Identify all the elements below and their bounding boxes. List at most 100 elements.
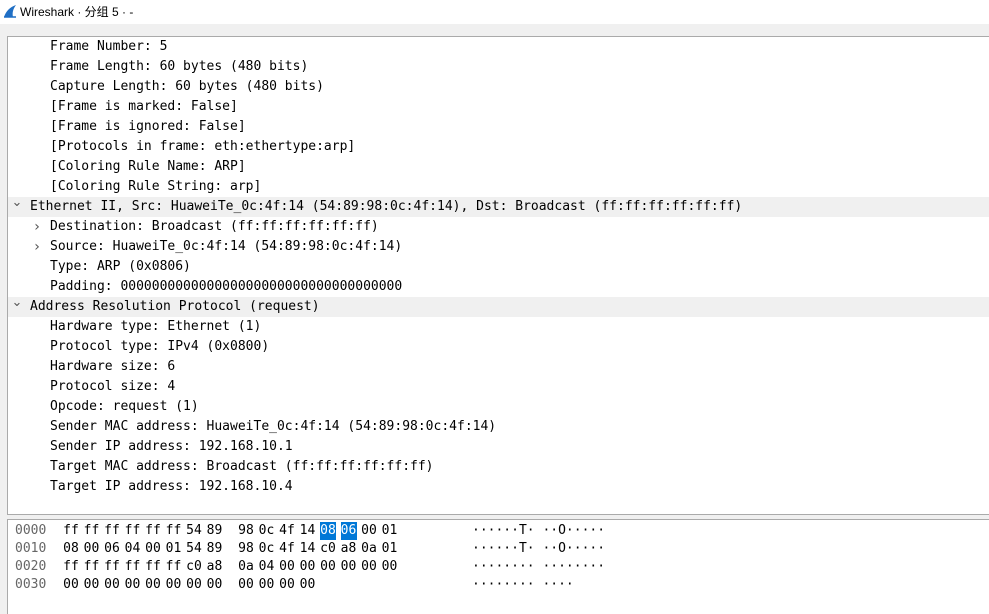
tree-row[interactable]: › Destination: Broadcast (ff:ff:ff:ff:ff:…	[8, 217, 989, 237]
hex-ascii[interactable]: ········ ····	[472, 576, 574, 594]
hex-byte[interactable]: 00	[145, 540, 161, 558]
hex-byte[interactable]: 14	[300, 540, 316, 558]
tree-row[interactable]: Hardware type: Ethernet (1)	[8, 317, 989, 337]
hex-byte[interactable]: 89	[207, 522, 223, 540]
hex-byte[interactable]: ff	[125, 522, 141, 540]
hex-byte[interactable]: 01	[382, 540, 398, 558]
tree-row[interactable]: ⌄ Ethernet II, Src: HuaweiTe_0c:4f:14 (54…	[8, 195, 989, 217]
chevron-down-icon[interactable]: ⌄	[11, 293, 23, 313]
hex-byte[interactable]: 00	[259, 576, 275, 594]
hex-byte[interactable]: 00	[279, 558, 295, 576]
hex-byte[interactable]: 00	[300, 558, 316, 576]
hex-byte[interactable]: 14	[300, 522, 316, 540]
hex-byte[interactable]: 0a	[238, 558, 254, 576]
hex-byte[interactable]: 89	[207, 540, 223, 558]
hex-byte[interactable]: 00	[300, 576, 316, 594]
hex-row: 0010 08 00 06 04 00 01 54 89 98 0c 4f 14 c0 a8 0a 01 ····…	[8, 540, 989, 558]
tree-row-label: Target IP address: 192.168.10.4	[50, 479, 293, 494]
hex-byte[interactable]: 98	[238, 522, 254, 540]
hex-byte[interactable]: ff	[104, 522, 120, 540]
packet-details-tree[interactable]: Frame Number: 5 Frame Length: 60 bytes (4…	[7, 36, 989, 515]
tree-row[interactable]: Protocol size: 4	[8, 377, 989, 397]
hex-byte[interactable]: c0	[186, 558, 202, 576]
tree-row[interactable]: Padding: 0000000000000000000000000000000…	[8, 277, 989, 297]
tree-row[interactable]: [Protocols in frame: eth:ethertype:arp]	[8, 137, 989, 157]
tree-row[interactable]: Sender IP address: 192.168.10.1	[8, 437, 989, 457]
tree-row-label: Target MAC address: Broadcast (ff:ff:ff:…	[50, 459, 434, 474]
tree-row[interactable]: Frame Number: 5	[8, 37, 989, 57]
tree-row[interactable]: [Coloring Rule Name: ARP]	[8, 157, 989, 177]
hex-byte[interactable]: 00	[341, 558, 357, 576]
hex-ascii[interactable]: ······T· ··O·····	[472, 540, 605, 558]
hex-byte[interactable]: ff	[63, 558, 79, 576]
hex-byte[interactable]: 54	[186, 540, 202, 558]
chevron-right-icon[interactable]: ›	[31, 237, 43, 257]
tree-row[interactable]: [Frame is ignored: False]	[8, 117, 989, 137]
hex-byte[interactable]: ff	[145, 522, 161, 540]
hex-byte[interactable]: 0c	[259, 540, 275, 558]
hex-byte[interactable]: 00	[104, 576, 120, 594]
hex-byte[interactable]: 08	[63, 540, 79, 558]
hex-byte[interactable]: 06	[340, 522, 357, 540]
hex-byte[interactable]: ff	[145, 558, 161, 576]
hex-byte[interactable]: 98	[238, 540, 254, 558]
hex-byte[interactable]: 4f	[279, 522, 295, 540]
hex-byte[interactable]: 00	[63, 576, 79, 594]
hex-byte[interactable]: 00	[145, 576, 161, 594]
hex-byte[interactable]: 0a	[361, 540, 377, 558]
tree-row[interactable]: Frame Length: 60 bytes (480 bits)	[8, 57, 989, 77]
tree-row[interactable]: Sender MAC address: HuaweiTe_0c:4f:14 (5…	[8, 417, 989, 437]
tree-row[interactable]: Protocol type: IPv4 (0x0800)	[8, 337, 989, 357]
hex-byte[interactable]: 01	[382, 522, 398, 540]
hex-byte[interactable]: ff	[166, 558, 182, 576]
hex-byte[interactable]: ff	[84, 522, 100, 540]
tree-row[interactable]: Opcode: request (1)	[8, 397, 989, 417]
hex-byte[interactable]: 00	[207, 576, 223, 594]
window-title: Wireshark · 分组 5 · -	[20, 5, 134, 19]
hex-ascii[interactable]: ······T· ··O·····	[472, 522, 605, 540]
hex-byte[interactable]: 00	[166, 576, 182, 594]
hex-byte[interactable]: 00	[238, 576, 254, 594]
hex-byte[interactable]: 00	[186, 576, 202, 594]
tree-row[interactable]: Hardware size: 6	[8, 357, 989, 377]
hex-offset: 0010	[15, 541, 47, 556]
tree-row-label: Opcode: request (1)	[50, 399, 199, 414]
hex-byte[interactable]: a8	[341, 540, 357, 558]
hex-byte[interactable]: ff	[166, 522, 182, 540]
hex-byte[interactable]: 00	[84, 540, 100, 558]
hex-byte[interactable]: 00	[361, 522, 377, 540]
hex-byte[interactable]: c0	[320, 540, 336, 558]
tree-row[interactable]: Target IP address: 192.168.10.4	[8, 477, 989, 497]
tree-row[interactable]: [Frame is marked: False]	[8, 97, 989, 117]
hex-byte[interactable]: ff	[84, 558, 100, 576]
hex-byte[interactable]: 00	[84, 576, 100, 594]
hex-byte[interactable]: ff	[104, 558, 120, 576]
tree-row[interactable]: › Source: HuaweiTe_0c:4f:14 (54:89:98:0c:…	[8, 237, 989, 257]
hex-byte[interactable]: 4f	[279, 540, 295, 558]
hex-byte[interactable]: 00	[320, 558, 336, 576]
tree-row[interactable]: Target MAC address: Broadcast (ff:ff:ff:…	[8, 457, 989, 477]
tree-row[interactable]: ⌄ Address Resolution Protocol (request)	[8, 295, 989, 317]
hex-ascii[interactable]: ········ ········	[472, 558, 605, 576]
tree-row[interactable]: [Coloring Rule String: arp]	[8, 177, 989, 197]
hex-byte[interactable]: 06	[104, 540, 120, 558]
chevron-down-icon[interactable]: ⌄	[11, 193, 23, 213]
hex-byte[interactable]: ff	[63, 522, 79, 540]
tree-row[interactable]: Type: ARP (0x0806)	[8, 257, 989, 277]
hex-byte[interactable]: 0c	[259, 522, 275, 540]
hex-byte[interactable]: ff	[125, 558, 141, 576]
hex-byte[interactable]: 04	[125, 540, 141, 558]
hex-byte[interactable]: 00	[382, 558, 398, 576]
hex-byte[interactable]: 00	[361, 558, 377, 576]
hex-byte[interactable]: 01	[166, 540, 182, 558]
tree-row-label: [Coloring Rule String: arp]	[50, 179, 262, 194]
hex-byte[interactable]: a8	[207, 558, 223, 576]
packet-bytes-pane[interactable]: 0000 ff ff ff ff ff ff 54 89 98 0c 4f 14 08 06 00 01 ····…	[7, 519, 989, 614]
tree-row[interactable]: Capture Length: 60 bytes (480 bits)	[8, 77, 989, 97]
chevron-right-icon[interactable]: ›	[31, 217, 43, 237]
hex-byte[interactable]: 04	[259, 558, 275, 576]
hex-byte[interactable]: 00	[125, 576, 141, 594]
hex-byte[interactable]: 00	[279, 576, 295, 594]
hex-byte[interactable]: 08	[320, 522, 336, 540]
hex-byte[interactable]: 54	[186, 522, 202, 540]
